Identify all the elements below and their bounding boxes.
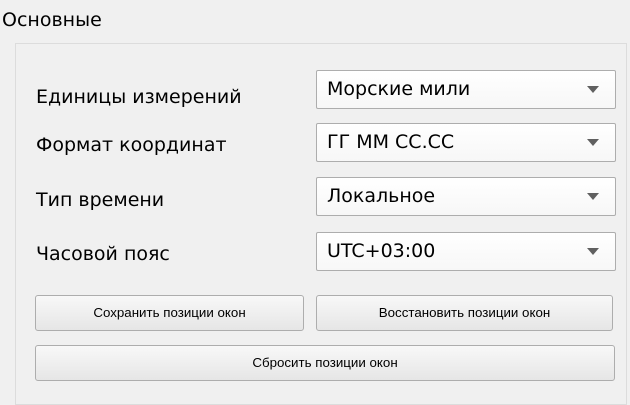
timezone-label: Часовой пояс — [36, 243, 170, 265]
save-window-positions-button[interactable]: Сохранить позиции окон — [35, 295, 304, 331]
coordinate-format-label: Формат координат — [36, 134, 227, 156]
units-select-value: Морские мили — [327, 78, 471, 100]
coordinate-format-select[interactable]: ГГ ММ СС.СС — [316, 123, 616, 162]
time-type-label: Тип времени — [36, 189, 165, 211]
units-select[interactable]: Морские мили — [316, 70, 616, 109]
group-title: Основные — [2, 7, 106, 33]
reset-window-positions-button[interactable]: Сбросить позиции окон — [35, 345, 615, 381]
chevron-down-icon — [587, 86, 599, 93]
timezone-select-value: UTC+03:00 — [327, 240, 436, 262]
coordinate-format-select-value: ГГ ММ СС.СС — [327, 131, 455, 153]
time-type-select[interactable]: Локальное — [316, 177, 616, 216]
chevron-down-icon — [587, 193, 599, 200]
timezone-select[interactable]: UTC+03:00 — [316, 232, 616, 271]
chevron-down-icon — [587, 139, 599, 146]
restore-window-positions-button[interactable]: Восстановить позиции окон — [316, 295, 613, 331]
chevron-down-icon — [587, 248, 599, 255]
time-type-select-value: Локальное — [327, 185, 436, 207]
units-label: Единицы измерений — [36, 86, 242, 108]
